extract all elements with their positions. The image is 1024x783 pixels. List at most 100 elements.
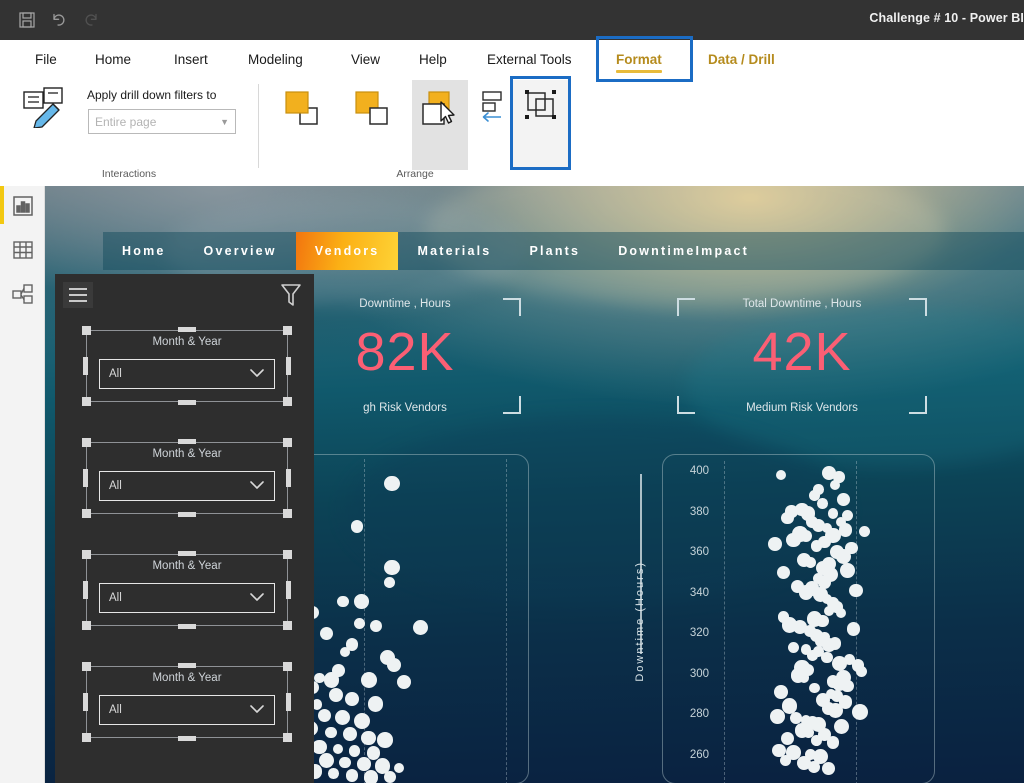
resize-handle[interactable] <box>286 581 291 599</box>
resize-handle[interactable] <box>283 550 292 559</box>
resize-handle[interactable] <box>283 621 292 630</box>
send-backward-icon[interactable] <box>353 88 395 128</box>
align-icon[interactable] <box>477 90 509 126</box>
report-view-icon[interactable] <box>11 194 35 218</box>
resize-handle[interactable] <box>178 663 196 668</box>
resize-handle[interactable] <box>283 662 292 671</box>
scatter-point <box>833 718 849 734</box>
nav-plants[interactable]: Plants <box>510 232 599 270</box>
tab-insert[interactable]: Insert <box>163 40 219 78</box>
scatter-point <box>822 762 836 776</box>
scatter-point <box>384 577 395 589</box>
scatter-point <box>831 656 847 672</box>
resize-handle[interactable] <box>82 550 91 559</box>
slicer-dropdown[interactable]: All <box>99 583 275 613</box>
report-canvas[interactable]: Home Overview Vendors Materials Plants Downti… <box>45 186 1024 783</box>
resize-handle[interactable] <box>178 327 196 332</box>
scatter-point <box>332 744 344 755</box>
slicer-month-year-3[interactable]: Month & Year All <box>82 550 292 630</box>
resize-handle[interactable] <box>178 400 196 405</box>
slicer-dropdown[interactable]: All <box>99 695 275 725</box>
chevron-down-icon[interactable] <box>249 701 265 719</box>
resize-handle[interactable] <box>82 621 91 630</box>
filter-panel-header <box>55 274 314 318</box>
resize-handle[interactable] <box>286 469 291 487</box>
filter-panel[interactable]: Month & Year All Month & Year All Month & Ye… <box>55 274 314 783</box>
resize-handle[interactable] <box>178 512 196 517</box>
resize-handle[interactable] <box>83 693 88 711</box>
y-axis-tick-label: 400 <box>689 465 709 478</box>
resize-handle[interactable] <box>178 736 196 741</box>
undo-icon[interactable] <box>50 11 68 29</box>
tab-modeling[interactable]: Modeling <box>237 40 314 78</box>
kpi-medium-risk-vendors[interactable]: Total Downtime , Hours 42K Medium Risk V… <box>677 298 927 414</box>
scatter-point <box>367 696 384 713</box>
slicer-dropdown[interactable]: All <box>99 471 275 501</box>
scatter-point <box>817 498 828 509</box>
edit-interactions-icon[interactable] <box>22 86 70 128</box>
ribbon-divider-1 <box>258 84 259 168</box>
scatter-point <box>776 565 791 580</box>
chart-right-vendor-downtime[interactable]: 400 380 360 340 320 300 280 260 <box>662 454 935 783</box>
tab-data-drill[interactable]: Data / Drill <box>697 40 786 78</box>
resize-handle[interactable] <box>178 551 196 556</box>
resize-handle[interactable] <box>283 326 292 335</box>
hamburger-icon[interactable] <box>63 282 93 308</box>
resize-handle[interactable] <box>82 662 91 671</box>
interactions-group-label: Interactions <box>101 168 157 180</box>
funnel-icon[interactable] <box>280 282 302 308</box>
slicer-month-year-1[interactable]: Month & Year All <box>82 326 292 406</box>
resize-handle[interactable] <box>83 581 88 599</box>
scatter-point <box>840 562 855 578</box>
resize-handle[interactable] <box>283 397 292 406</box>
resize-handle[interactable] <box>82 509 91 518</box>
drill-filter-value: Entire page <box>95 114 157 129</box>
resize-handle[interactable] <box>82 397 91 406</box>
slicer-month-year-2[interactable]: Month & Year All <box>82 438 292 518</box>
save-icon[interactable] <box>18 11 36 29</box>
slicer-month-year-4[interactable]: Month & Year All <box>82 662 292 742</box>
tab-home[interactable]: Home <box>84 40 142 78</box>
chevron-down-icon[interactable] <box>249 589 265 607</box>
group-icon[interactable] <box>521 86 561 124</box>
resize-handle[interactable] <box>178 624 196 629</box>
nav-materials[interactable]: Materials <box>398 232 510 270</box>
nav-vendors[interactable]: Vendors <box>295 232 399 270</box>
data-view-icon[interactable] <box>11 238 35 262</box>
chevron-down-icon[interactable] <box>249 365 265 383</box>
resize-handle[interactable] <box>286 693 291 711</box>
selection-icon[interactable] <box>419 88 461 128</box>
scatter-point <box>786 532 801 548</box>
resize-handle[interactable] <box>82 733 91 742</box>
kpi-high-risk-vendors[interactable]: Downtime , Hours 82K gh Risk Vendors <box>289 298 521 414</box>
tab-file[interactable]: File <box>24 40 68 78</box>
resize-handle[interactable] <box>283 509 292 518</box>
tab-format[interactable]: Format <box>605 40 673 78</box>
y-axis-tick-label: 320 <box>689 627 709 640</box>
kpi-caption: Total Downtime , Hours <box>742 298 862 310</box>
nav-home[interactable]: Home <box>103 232 185 270</box>
slicer-dropdown[interactable]: All <box>99 359 275 389</box>
scatter-point <box>800 529 813 542</box>
nav-overview[interactable]: Overview <box>185 232 296 270</box>
scatter-point <box>384 475 400 492</box>
kpi-caption: Downtime , Hours <box>359 298 451 310</box>
nav-item-label: Materials <box>417 244 492 258</box>
tab-external-tools[interactable]: External Tools <box>476 40 583 78</box>
scatter-point <box>396 674 411 689</box>
chevron-down-icon[interactable] <box>249 477 265 495</box>
resize-handle[interactable] <box>283 438 292 447</box>
resize-handle[interactable] <box>286 357 291 375</box>
model-view-icon[interactable] <box>11 282 35 306</box>
drill-filter-dropdown[interactable]: Entire page ▼ <box>88 109 236 134</box>
tab-help[interactable]: Help <box>408 40 458 78</box>
tab-view[interactable]: View <box>340 40 391 78</box>
resize-handle[interactable] <box>283 733 292 742</box>
nav-downtimeimpact[interactable]: DowntimeImpact <box>599 232 768 270</box>
resize-handle[interactable] <box>83 357 88 375</box>
resize-handle[interactable] <box>82 438 91 447</box>
bring-forward-icon[interactable] <box>283 88 325 128</box>
resize-handle[interactable] <box>82 326 91 335</box>
resize-handle[interactable] <box>83 469 88 487</box>
resize-handle[interactable] <box>178 439 196 444</box>
